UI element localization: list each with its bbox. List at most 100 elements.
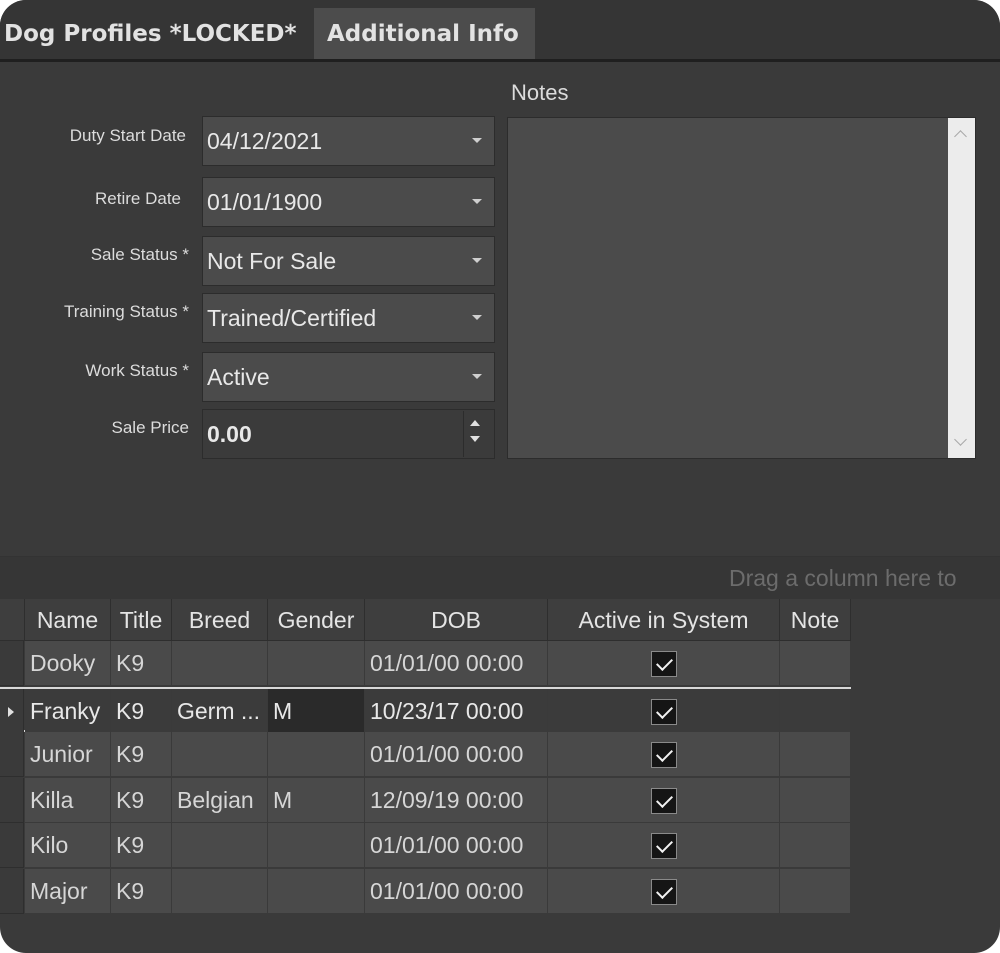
cell-name[interactable]: Junior bbox=[25, 732, 111, 777]
cell-name[interactable]: Franky bbox=[25, 688, 111, 734]
cell-gender[interactable] bbox=[268, 641, 365, 686]
sale-price-label: Sale Price bbox=[111, 418, 189, 437]
chevron-down-icon[interactable] bbox=[472, 258, 482, 263]
cell-note[interactable] bbox=[780, 688, 851, 734]
group-by-hint: Drag a column here to bbox=[729, 565, 957, 591]
work-status-dropdown[interactable]: Active bbox=[202, 352, 495, 402]
spinner-divider bbox=[463, 411, 464, 457]
sale-price-value[interactable]: 0.00 bbox=[207, 410, 252, 458]
cell-breed[interactable] bbox=[172, 732, 268, 777]
cell-active[interactable] bbox=[548, 868, 780, 914]
cell-dob[interactable]: 01/01/00 00:00 bbox=[365, 732, 548, 777]
cell-title[interactable]: K9 bbox=[111, 777, 172, 823]
row-indicator[interactable] bbox=[0, 732, 24, 777]
row-indicator[interactable] bbox=[0, 641, 24, 686]
active-checkbox[interactable] bbox=[651, 698, 677, 725]
retire-date-label: Retire Date bbox=[95, 189, 181, 208]
chevron-down-icon[interactable] bbox=[954, 433, 967, 446]
notes-textarea[interactable] bbox=[507, 117, 976, 459]
training-status-dropdown[interactable]: Trained/Certified bbox=[202, 293, 495, 343]
cell-note[interactable] bbox=[780, 777, 851, 823]
cell-active[interactable] bbox=[548, 641, 780, 686]
tab-additional-info[interactable]: Additional Info bbox=[314, 8, 535, 60]
tab-bar: Dog Profiles *LOCKED* Additional Info bbox=[0, 0, 1000, 62]
cell-name[interactable]: Killa bbox=[25, 777, 111, 823]
retire-date-value: 01/01/1900 bbox=[207, 189, 323, 215]
column-header-name[interactable]: Name bbox=[25, 599, 111, 641]
table-row[interactable]: Killa K9 Belgian M 12/09/19 00:00 bbox=[0, 777, 851, 823]
column-header-dob[interactable]: DOB bbox=[365, 599, 548, 641]
table-row[interactable]: Franky K9 Germ ... M 10/23/17 00:00 bbox=[0, 686, 851, 734]
cell-gender[interactable]: M bbox=[268, 688, 365, 734]
cell-active[interactable] bbox=[548, 777, 780, 823]
cell-title[interactable]: K9 bbox=[111, 732, 172, 777]
sale-status-dropdown[interactable]: Not For Sale bbox=[202, 236, 495, 286]
cell-dob[interactable]: 12/09/19 00:00 bbox=[365, 777, 548, 823]
cell-note[interactable] bbox=[780, 641, 851, 686]
cell-name[interactable]: Major bbox=[25, 868, 111, 914]
cell-gender[interactable]: M bbox=[268, 777, 365, 823]
table-row[interactable]: Junior K9 01/01/00 00:00 bbox=[0, 732, 851, 777]
active-checkbox[interactable] bbox=[651, 742, 677, 768]
column-header-note[interactable]: Note bbox=[780, 599, 851, 641]
cell-breed[interactable] bbox=[172, 823, 268, 868]
sale-price-spinner[interactable]: 0.00 bbox=[202, 409, 495, 459]
cell-active[interactable] bbox=[548, 823, 780, 868]
cell-active[interactable] bbox=[548, 732, 780, 777]
cell-name[interactable]: Dooky bbox=[25, 641, 111, 686]
active-checkbox[interactable] bbox=[651, 878, 677, 905]
chevron-down-icon[interactable] bbox=[472, 315, 482, 320]
duty-start-date-value: 04/12/2021 bbox=[207, 128, 323, 154]
cell-title[interactable]: K9 bbox=[111, 641, 172, 686]
column-header-gender[interactable]: Gender bbox=[268, 599, 365, 641]
cell-dob[interactable]: 01/01/00 00:00 bbox=[365, 641, 548, 686]
sale-status-value: Not For Sale bbox=[207, 248, 337, 274]
cell-note[interactable] bbox=[780, 732, 851, 777]
cell-dob[interactable]: 10/23/17 00:00 bbox=[365, 688, 548, 734]
cell-gender[interactable] bbox=[268, 868, 365, 914]
active-checkbox[interactable] bbox=[651, 651, 677, 677]
chevron-down-icon[interactable] bbox=[472, 138, 482, 143]
cell-breed[interactable]: Germ ... bbox=[172, 688, 268, 734]
cell-breed[interactable] bbox=[172, 868, 268, 914]
cell-title[interactable]: K9 bbox=[111, 823, 172, 868]
column-header-breed[interactable]: Breed bbox=[172, 599, 268, 641]
app-window: Dog Profiles *LOCKED* Additional Info Du… bbox=[0, 0, 1000, 953]
spin-down-icon[interactable] bbox=[470, 436, 480, 442]
row-indicator[interactable] bbox=[0, 823, 24, 868]
table-row[interactable]: Dooky K9 01/01/00 00:00 bbox=[0, 641, 851, 686]
chevron-down-icon[interactable] bbox=[472, 374, 482, 379]
header-indicator bbox=[0, 599, 25, 641]
column-header-active[interactable]: Active in System bbox=[548, 599, 780, 641]
duty-start-date-picker[interactable]: 04/12/2021 bbox=[202, 116, 495, 166]
cell-title[interactable]: K9 bbox=[111, 688, 172, 734]
sale-status-label: Sale Status * bbox=[90, 245, 189, 264]
cell-note[interactable] bbox=[780, 868, 851, 914]
chevron-down-icon[interactable] bbox=[472, 199, 482, 204]
table-row[interactable]: Kilo K9 01/01/00 00:00 bbox=[0, 823, 851, 868]
cell-name[interactable]: Kilo bbox=[25, 823, 111, 868]
tab-dog-profiles[interactable]: Dog Profiles *LOCKED* bbox=[0, 8, 312, 60]
cell-gender[interactable] bbox=[268, 732, 365, 777]
duty-start-date-label: Duty Start Date bbox=[69, 126, 186, 145]
cell-breed[interactable]: Belgian bbox=[172, 777, 268, 823]
notes-scrollbar[interactable] bbox=[948, 118, 975, 458]
active-checkbox[interactable] bbox=[651, 833, 677, 859]
cell-breed[interactable] bbox=[172, 641, 268, 686]
row-indicator[interactable] bbox=[0, 868, 24, 914]
column-header-title[interactable]: Title bbox=[111, 599, 172, 641]
active-checkbox[interactable] bbox=[651, 787, 677, 814]
spin-up-icon[interactable] bbox=[470, 420, 480, 426]
cell-dob[interactable]: 01/01/00 00:00 bbox=[365, 868, 548, 914]
cell-gender[interactable] bbox=[268, 823, 365, 868]
table-row[interactable]: Major K9 01/01/00 00:00 bbox=[0, 868, 851, 914]
retire-date-picker[interactable]: 01/01/1900 bbox=[202, 177, 495, 227]
current-row-arrow-icon bbox=[8, 706, 14, 717]
cell-note[interactable] bbox=[780, 823, 851, 868]
row-indicator[interactable] bbox=[0, 688, 24, 734]
chevron-up-icon[interactable] bbox=[954, 130, 967, 143]
cell-title[interactable]: K9 bbox=[111, 868, 172, 914]
cell-active[interactable] bbox=[548, 688, 780, 734]
cell-dob[interactable]: 01/01/00 00:00 bbox=[365, 823, 548, 868]
row-indicator[interactable] bbox=[0, 777, 24, 823]
